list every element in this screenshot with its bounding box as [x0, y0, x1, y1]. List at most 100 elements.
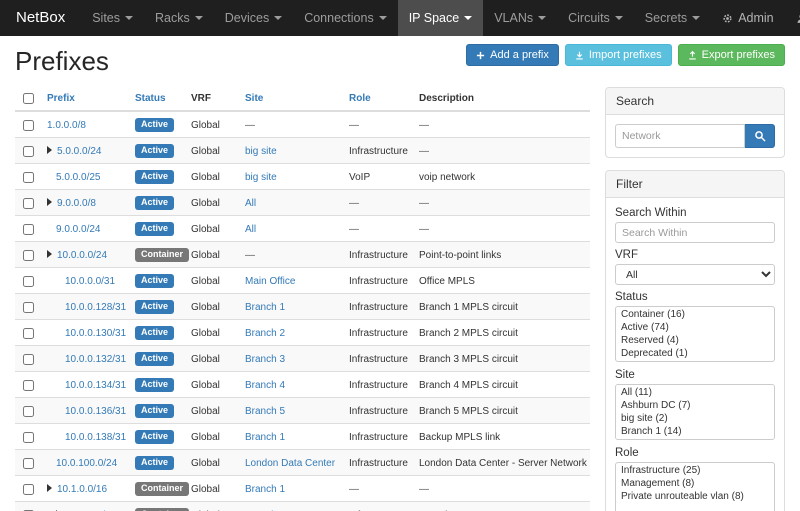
column-header-label[interactable]: Prefix — [47, 93, 75, 104]
filter-option[interactable]: Infrastructure (25) — [617, 464, 773, 477]
prefix-link[interactable]: 10.0.0.134/31 — [65, 380, 126, 391]
vrf-select[interactable]: All — [615, 264, 775, 285]
page-title: Prefixes — [15, 46, 109, 77]
filter-option[interactable]: Branch 2 (10) — [617, 438, 773, 440]
prefix-link[interactable]: 9.0.0.0/24 — [56, 224, 100, 235]
vrf-cell: Global — [183, 268, 237, 294]
import-prefixes-button[interactable]: Import prefixes — [565, 44, 672, 66]
prefix-link[interactable]: 10.0.0.132/31 — [65, 354, 126, 365]
role-multiselect[interactable]: Infrastructure (25)Management (8)Private… — [615, 462, 775, 511]
prefix-link[interactable]: 10.0.0.130/31 — [65, 328, 126, 339]
row-checkbox[interactable] — [23, 380, 34, 391]
prefix-link[interactable]: 10.1.0.0/16 — [57, 484, 107, 495]
prefix-link[interactable]: 10.0.0.0/24 — [57, 250, 107, 261]
prefix-cell: 5.0.0.0/24 — [39, 138, 127, 164]
prefix-row: 5.0.0.0/24ActiveGlobalbig siteInfrastruc… — [15, 138, 590, 164]
export-prefixes-button[interactable]: Export prefixes — [678, 44, 785, 66]
nav-item-ip-space[interactable]: IP Space — [398, 0, 484, 36]
row-checkbox[interactable] — [23, 250, 34, 261]
expand-toggle-icon[interactable] — [47, 198, 52, 206]
nav-item-vlans[interactable]: VLANs — [483, 0, 557, 36]
row-checkbox[interactable] — [23, 328, 34, 339]
row-checkbox[interactable] — [23, 458, 34, 469]
nav-item-admin[interactable]: Admin — [711, 0, 784, 36]
filter-option[interactable]: Deprecated (1) — [617, 347, 773, 360]
search-within-input[interactable] — [615, 222, 775, 243]
filter-option[interactable]: Reserved (4) — [617, 334, 773, 347]
status-cell: Active — [127, 216, 183, 242]
site-link[interactable]: Branch 1 — [245, 484, 285, 495]
site-link[interactable]: Branch 2 — [245, 328, 285, 339]
prefix-link[interactable]: 10.0.0.138/31 — [65, 432, 126, 443]
prefix-cell: 10.0.0.0/24 — [39, 242, 127, 268]
column-header-label[interactable]: Site — [245, 93, 263, 104]
site-link[interactable]: Main Office — [245, 276, 295, 287]
row-checkbox[interactable] — [23, 432, 34, 443]
site-link[interactable]: Branch 4 — [245, 380, 285, 391]
filter-option[interactable]: Active (74) — [617, 321, 773, 334]
nav-item-secrets[interactable]: Secrets — [634, 0, 711, 36]
nav-item-racks[interactable]: Racks — [144, 0, 214, 36]
expand-toggle-icon[interactable] — [47, 484, 52, 492]
site-link[interactable]: big site — [245, 146, 277, 157]
column-header-label[interactable]: Role — [349, 93, 371, 104]
row-checkbox[interactable] — [23, 302, 34, 313]
nav-item-circuits[interactable]: Circuits — [557, 0, 634, 36]
status-cell: Container — [127, 502, 183, 511]
status-multiselect[interactable]: Container (16)Active (74)Reserved (4)Dep… — [615, 306, 775, 362]
expand-toggle-icon[interactable] — [47, 146, 52, 154]
prefix-link[interactable]: 5.0.0.0/25 — [56, 172, 100, 183]
row-checkbox[interactable] — [23, 224, 34, 235]
site-link[interactable]: All — [245, 198, 256, 209]
row-checkbox[interactable] — [23, 406, 34, 417]
site-link[interactable]: London Data Center — [245, 458, 335, 469]
add-a-prefix-button[interactable]: Add a prefix — [466, 44, 559, 66]
prefix-cell: 10.0.0.130/31 — [39, 320, 127, 346]
row-checkbox[interactable] — [23, 172, 34, 183]
row-checkbox[interactable] — [23, 354, 34, 365]
site-cell: Main Office — [237, 268, 341, 294]
nav-item-profile[interactable]: Profile — [785, 0, 800, 36]
vrf-cell: Global — [183, 398, 237, 424]
filter-option[interactable]: big site (2) — [617, 412, 773, 425]
filter-option[interactable]: All (11) — [617, 386, 773, 399]
search-input[interactable] — [615, 124, 745, 148]
row-checkbox[interactable] — [23, 120, 34, 131]
nav-item-sites[interactable]: Sites — [81, 0, 144, 36]
nav-item-label: VLANs — [494, 0, 533, 36]
site-link[interactable]: Branch 1 — [245, 302, 285, 313]
filter-option[interactable]: Branch 1 (14) — [617, 425, 773, 438]
prefix-link[interactable]: 5.0.0.0/24 — [57, 146, 101, 157]
row-checkbox[interactable] — [23, 198, 34, 209]
prefix-link[interactable]: 10.0.100.0/24 — [56, 458, 117, 469]
row-checkbox[interactable] — [23, 146, 34, 157]
prefix-row: 10.1.0.0/16ContainerGlobalBranch 1—— — [15, 476, 590, 502]
column-header-label[interactable]: Status — [135, 93, 166, 104]
expand-toggle-icon[interactable] — [47, 250, 52, 258]
prefix-cell: 9.0.0.0/8 — [39, 190, 127, 216]
prefix-link[interactable]: 10.0.0.136/31 — [65, 406, 126, 417]
status-badge: Active — [135, 378, 174, 392]
row-checkbox[interactable] — [23, 484, 34, 495]
filter-option[interactable]: Management (8) — [617, 477, 773, 490]
site-multiselect[interactable]: All (11)Ashburn DC (7)big site (2)Branch… — [615, 384, 775, 440]
nav-item-devices[interactable]: Devices — [214, 0, 293, 36]
filter-option[interactable]: Container (16) — [617, 308, 773, 321]
filter-option[interactable]: Private unrouteable vlan (8) — [617, 490, 773, 503]
select-all-checkbox[interactable] — [23, 93, 34, 104]
prefix-link[interactable]: 10.0.0.128/31 — [65, 302, 126, 313]
site-link[interactable]: All — [245, 224, 256, 235]
app-brand[interactable]: NetBox — [0, 0, 81, 36]
prefix-link[interactable]: 1.0.0.0/8 — [47, 120, 86, 131]
filter-option[interactable]: Ashburn DC (7) — [617, 399, 773, 412]
search-button[interactable] — [745, 124, 775, 148]
prefix-link[interactable]: 9.0.0.0/8 — [57, 198, 96, 209]
nav-item-connections[interactable]: Connections — [293, 0, 398, 36]
prefix-link[interactable]: 10.0.0.0/31 — [65, 276, 115, 287]
site-link[interactable]: Branch 5 — [245, 406, 285, 417]
site-link[interactable]: Branch 3 — [245, 354, 285, 365]
site-link[interactable]: big site — [245, 172, 277, 183]
site-cell: Branch 5 — [237, 398, 341, 424]
site-link[interactable]: Branch 1 — [245, 432, 285, 443]
row-checkbox[interactable] — [23, 276, 34, 287]
